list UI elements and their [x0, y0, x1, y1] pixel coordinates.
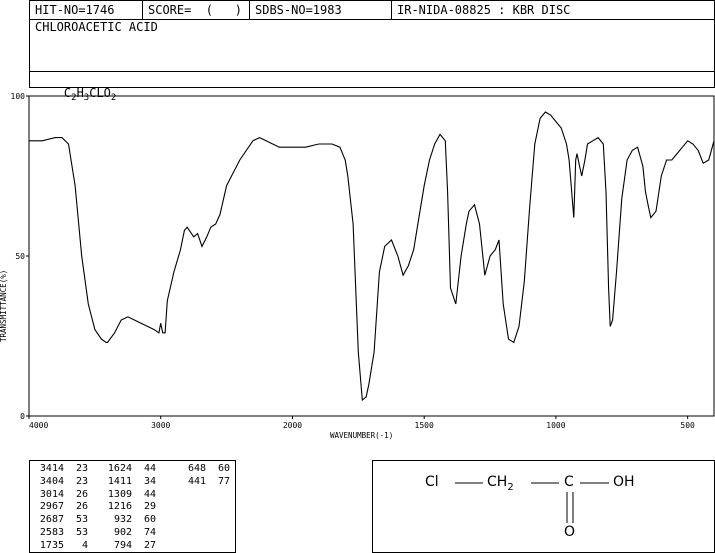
peak-wavenumber: 1216: [107, 501, 132, 513]
peak-wavenumber: 1411: [107, 475, 132, 487]
peak-row: 1411 34: [102, 476, 156, 489]
atom-ch2: CH2: [487, 474, 514, 493]
atom-carbonyl-carbon: C: [564, 474, 574, 490]
peak-wavenumber: 1735: [39, 539, 64, 551]
peak-transmittance: 23: [75, 463, 88, 474]
hit-number: HIT-NO=1746: [35, 3, 115, 17]
peak-transmittance: 26: [75, 501, 88, 513]
x-tick-label: 1500: [415, 421, 434, 430]
peak-transmittance: 44: [143, 488, 156, 500]
peak-row: 902 74: [102, 527, 156, 540]
peak-row: 648 60: [176, 463, 230, 476]
x-tick-label: 2000: [283, 421, 302, 430]
peak-wavenumber: 441: [187, 475, 206, 487]
y-axis-label: TRANSMITTANCE(%): [0, 270, 8, 342]
y-tick-label: 50: [15, 252, 25, 261]
atom-hydroxyl: OH: [613, 474, 635, 490]
peak-row: 1216 29: [102, 501, 156, 514]
peak-transmittance: 53: [75, 514, 88, 526]
peak-list: 3414 23 3404 23 3014 26 2967 26 2687 53 2583 53 1735…: [30, 463, 235, 553]
peak-wavenumber: 648: [187, 463, 206, 474]
peak-transmittance: 60: [143, 514, 156, 526]
peak-wavenumber: 1624: [107, 463, 132, 474]
peak-wavenumber: 1309: [107, 488, 132, 500]
peak-transmittance: 4: [81, 539, 88, 551]
peak-row: 794 27: [102, 540, 156, 553]
atom-chlorine: Cl: [425, 474, 439, 490]
peak-row: 2687 53: [34, 514, 88, 527]
score-field: SCORE= ( ): [142, 1, 249, 19]
peak-transmittance: 27: [143, 539, 156, 551]
ir-spectrum-chart: 0 50 100 4000 3000 2000 1500 1000 500 TRANSMITT…: [0, 92, 715, 440]
y-axis-ticks: 0 50 100: [11, 92, 29, 421]
x-axis-label: WAVENUMBER(-1): [330, 431, 393, 440]
peak-row: 2583 53: [34, 527, 88, 540]
peak-transmittance: 23: [75, 475, 88, 487]
peak-wavenumber: 794: [113, 539, 132, 551]
x-axis-ticks: 4000 3000 2000 1500 1000 500: [28, 416, 695, 430]
transmittance-trace: [29, 111, 715, 402]
peak-transmittance: 34: [143, 475, 156, 487]
peak-row: 932 60: [102, 514, 156, 527]
peak-column: 3414 23 3404 23 3014 26 2967 26 2687 53 2583 53 1735…: [34, 463, 88, 553]
y-tick-label: 100: [11, 92, 26, 101]
peak-wavenumber: 2583: [39, 526, 64, 538]
peak-transmittance: 77: [217, 475, 230, 487]
peak-transmittance: 26: [75, 488, 88, 500]
x-tick-label: 3000: [151, 421, 170, 430]
y-tick-label: 0: [20, 412, 25, 421]
peak-table: 3414 23 3404 23 3014 26 2967 26 2687 53 2583 53 1735…: [29, 460, 236, 553]
ir-nida-number: IR-NIDA-08825 : KBR DISC: [391, 1, 715, 19]
compound-name: CHLOROACETIC ACID: [35, 20, 158, 34]
peak-wavenumber: 3014: [39, 488, 64, 500]
peak-wavenumber: 2967: [39, 501, 64, 513]
peak-transmittance: 60: [217, 463, 230, 474]
peak-row: 3404 23: [34, 476, 88, 489]
peak-wavenumber: 2687: [39, 514, 64, 526]
peak-column: 1624 44 1411 34 1309 44 1216 29 932 60 902 74 794 27: [102, 463, 156, 553]
atom-carbonyl-oxygen: O: [564, 524, 576, 540]
sdbs-number: SDBS-NO=1983: [249, 1, 391, 19]
peak-row: 3014 26: [34, 489, 88, 502]
peak-column: 648 60 441 77: [176, 463, 230, 489]
peak-wavenumber: 902: [113, 526, 132, 538]
peak-row: 441 77: [176, 476, 230, 489]
x-tick-label: 1000: [546, 421, 565, 430]
peak-transmittance: 53: [75, 526, 88, 538]
peak-wavenumber: 932: [113, 514, 132, 526]
chemical-structure: Cl CH2 C OH O: [373, 461, 714, 552]
x-tick-label: 500: [680, 421, 695, 430]
peak-transmittance: 29: [143, 501, 156, 513]
peak-wavenumber: 3414: [39, 463, 64, 474]
x-tick-label: 4000: [29, 421, 48, 430]
peak-row: 1309 44: [102, 489, 156, 502]
peak-row: 3414 23: [34, 463, 88, 476]
peak-wavenumber: 3404: [39, 475, 64, 487]
structure-box: Cl CH2 C OH O: [372, 460, 715, 553]
peak-transmittance: 74: [143, 526, 156, 538]
peak-row: 1735 4: [34, 540, 88, 553]
header-table: HIT-NO=1746 SCORE= ( ) SDBS-NO=1983 IR-N…: [29, 0, 715, 103]
peak-row: 1624 44: [102, 463, 156, 476]
header-divider-bottom: [30, 71, 714, 72]
peak-row: 2967 26: [34, 501, 88, 514]
peak-transmittance: 44: [143, 463, 156, 474]
